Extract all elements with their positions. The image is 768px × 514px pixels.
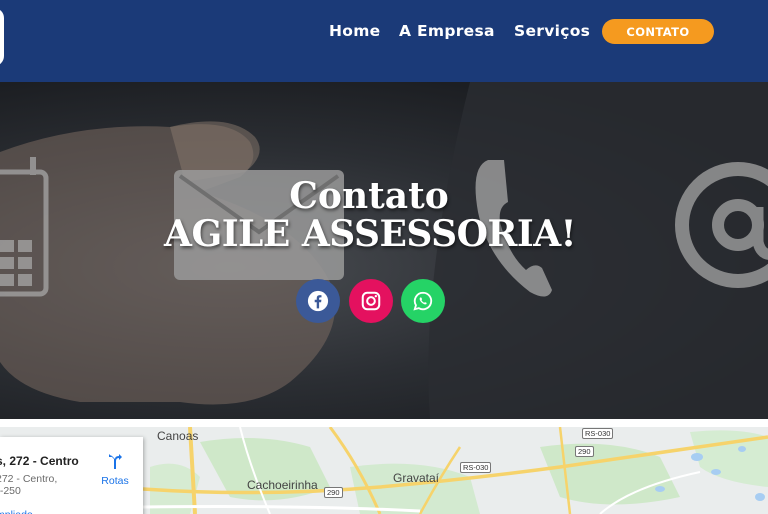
facebook-button[interactable] [296,279,340,323]
whatsapp-button[interactable] [401,279,445,323]
map-card-postcode: 0-250 [0,485,21,497]
location-map[interactable]: Canoas Cachoeirinha Gravataí RS-030 RS-0… [0,427,768,514]
nav-a-empresa[interactable]: A Empresa [399,22,495,40]
map-label-canoas: Canoas [157,429,199,443]
road-shield-rs030: RS-030 [582,428,614,439]
facebook-icon [307,290,329,312]
instagram-button[interactable] [349,279,393,323]
hero-title-company: AGILE ASSESSORIA! [164,213,576,255]
road-shield-290: 290 [324,487,343,498]
hero-banner: Contato AGILE ASSESSORIA! [0,82,768,419]
directions-icon [109,454,122,469]
route-label: Rotas [101,475,129,487]
map-info-card: s, 272 - Centro 272 - Centro, 0-250 mpli… [0,437,143,514]
nav-home[interactable]: Home [329,22,380,40]
route-button[interactable]: Rotas [98,454,132,487]
map-card-address: 272 - Centro, [0,473,58,485]
logo[interactable] [0,8,4,66]
whatsapp-icon [413,291,433,311]
contato-button[interactable]: CONTATO [602,19,714,44]
hero-title-contato: Contato [289,175,449,217]
map-card-title: s, 272 - Centro [0,454,79,468]
map-enlarge-link[interactable]: mpliado [0,509,33,514]
site-header: Home A Empresa Serviços CONTATO [0,0,768,82]
map-label-cachoeirinha: Cachoeirinha [247,478,318,492]
map-label-gravatai: Gravataí [393,471,440,485]
road-shield-rs030: RS-030 [460,462,492,473]
road-shield-290: 290 [575,446,594,457]
nav-servicos[interactable]: Serviços [514,22,590,40]
instagram-icon [361,291,381,311]
